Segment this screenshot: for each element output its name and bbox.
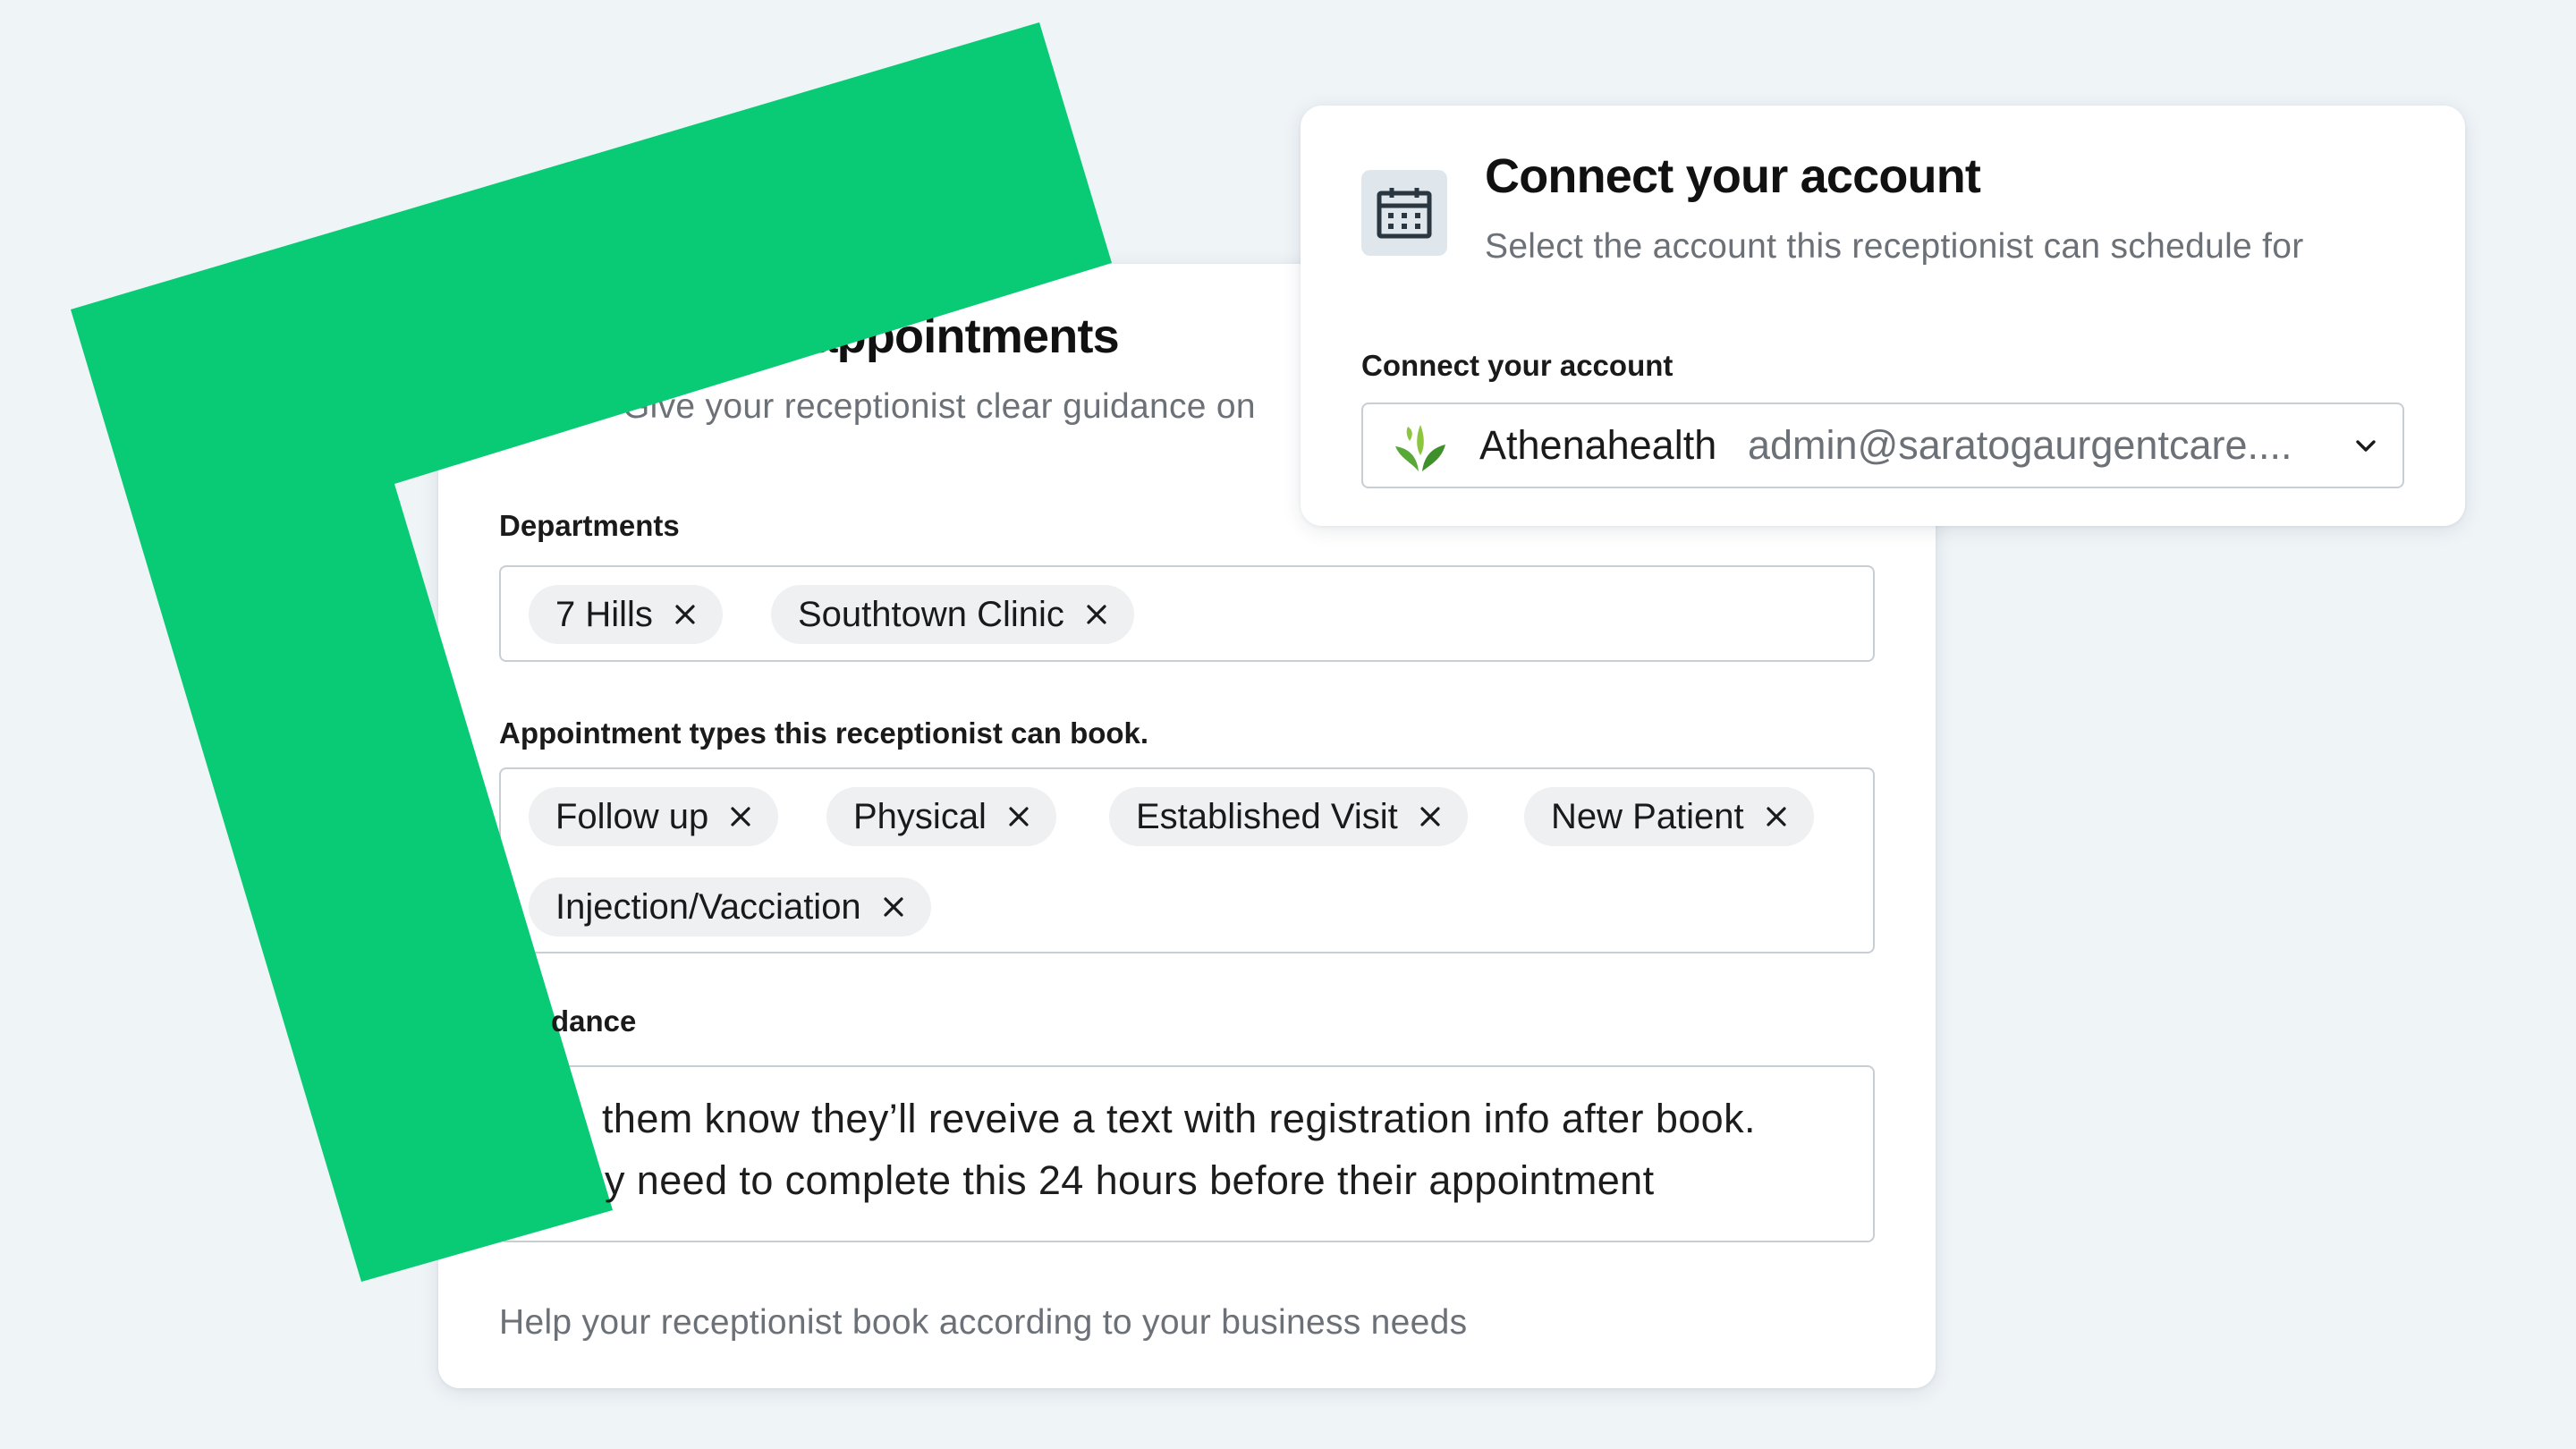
appointment-type-chip-label: Follow up bbox=[555, 796, 709, 836]
selected-account-email: admin@saratogaurgentcare.... bbox=[1748, 422, 2292, 468]
calendar-icon-tile bbox=[1361, 170, 1447, 256]
close-icon[interactable] bbox=[673, 602, 698, 627]
close-icon[interactable] bbox=[1006, 804, 1031, 829]
selected-provider-name: Athenahealth bbox=[1479, 422, 1717, 468]
chevron-down-icon[interactable] bbox=[2352, 433, 2379, 464]
appointment-type-chip-label: Injection/Vacciation bbox=[555, 886, 861, 927]
department-chip-label: 7 Hills bbox=[555, 594, 653, 634]
appointment-type-chip: Injection/Vacciation bbox=[529, 877, 931, 936]
connect-account-subtitle: Select the account this receptionist can… bbox=[1485, 227, 2304, 266]
athenahealth-leaf-icon bbox=[1392, 419, 1449, 481]
calendar-icon bbox=[514, 350, 570, 401]
appointment-type-chip-label: New Patient bbox=[1551, 796, 1744, 836]
close-icon[interactable] bbox=[881, 894, 906, 919]
manage-appointments-title: Manage appointments bbox=[623, 309, 1120, 363]
close-icon[interactable] bbox=[728, 804, 753, 829]
close-icon[interactable] bbox=[1418, 804, 1443, 829]
guidance-help-text: Help your receptionist book according to… bbox=[499, 1303, 1468, 1342]
connect-account-title: Connect your account bbox=[1485, 149, 1981, 203]
appointment-type-chip-label: Established Visit bbox=[1136, 796, 1398, 836]
department-chip: Southtown Clinic bbox=[771, 585, 1134, 644]
calendar-icon bbox=[1377, 188, 1432, 239]
connect-account-card: Connect your account Select the account … bbox=[1301, 106, 2465, 526]
guidance-textarea[interactable] bbox=[499, 1065, 1875, 1242]
close-icon[interactable] bbox=[1084, 602, 1109, 627]
appointment-type-chip: New Patient bbox=[1524, 787, 1814, 846]
guidance-label: dance bbox=[551, 1004, 637, 1038]
department-chip-label: Southtown Clinic bbox=[798, 594, 1064, 634]
close-icon[interactable] bbox=[1764, 804, 1789, 829]
manage-appointments-subtitle: Give your receptionist clear guidance on bbox=[623, 387, 1256, 426]
appointment-type-chip: Physical bbox=[826, 787, 1056, 846]
departments-label: Departments bbox=[499, 509, 680, 542]
account-select-dropdown[interactable]: Athenahealth admin@saratogaurgentcare...… bbox=[1361, 402, 2404, 488]
appointment-type-chip: Follow up bbox=[529, 787, 779, 846]
connect-account-field-label: Connect your account bbox=[1361, 349, 1674, 382]
calendar-icon-tile bbox=[499, 332, 585, 418]
appointment-types-label: Appointment types this receptionist can … bbox=[499, 716, 1149, 750]
appointment-type-chip: Established Visit bbox=[1109, 787, 1468, 846]
guidance-text-line-2: y need to complete this 24 hours before … bbox=[605, 1157, 1655, 1203]
appointment-type-chip-label: Physical bbox=[853, 796, 987, 836]
department-chip: 7 Hills bbox=[529, 585, 723, 644]
guidance-text-line-1: them know they’ll reveive a text with re… bbox=[602, 1096, 1756, 1141]
